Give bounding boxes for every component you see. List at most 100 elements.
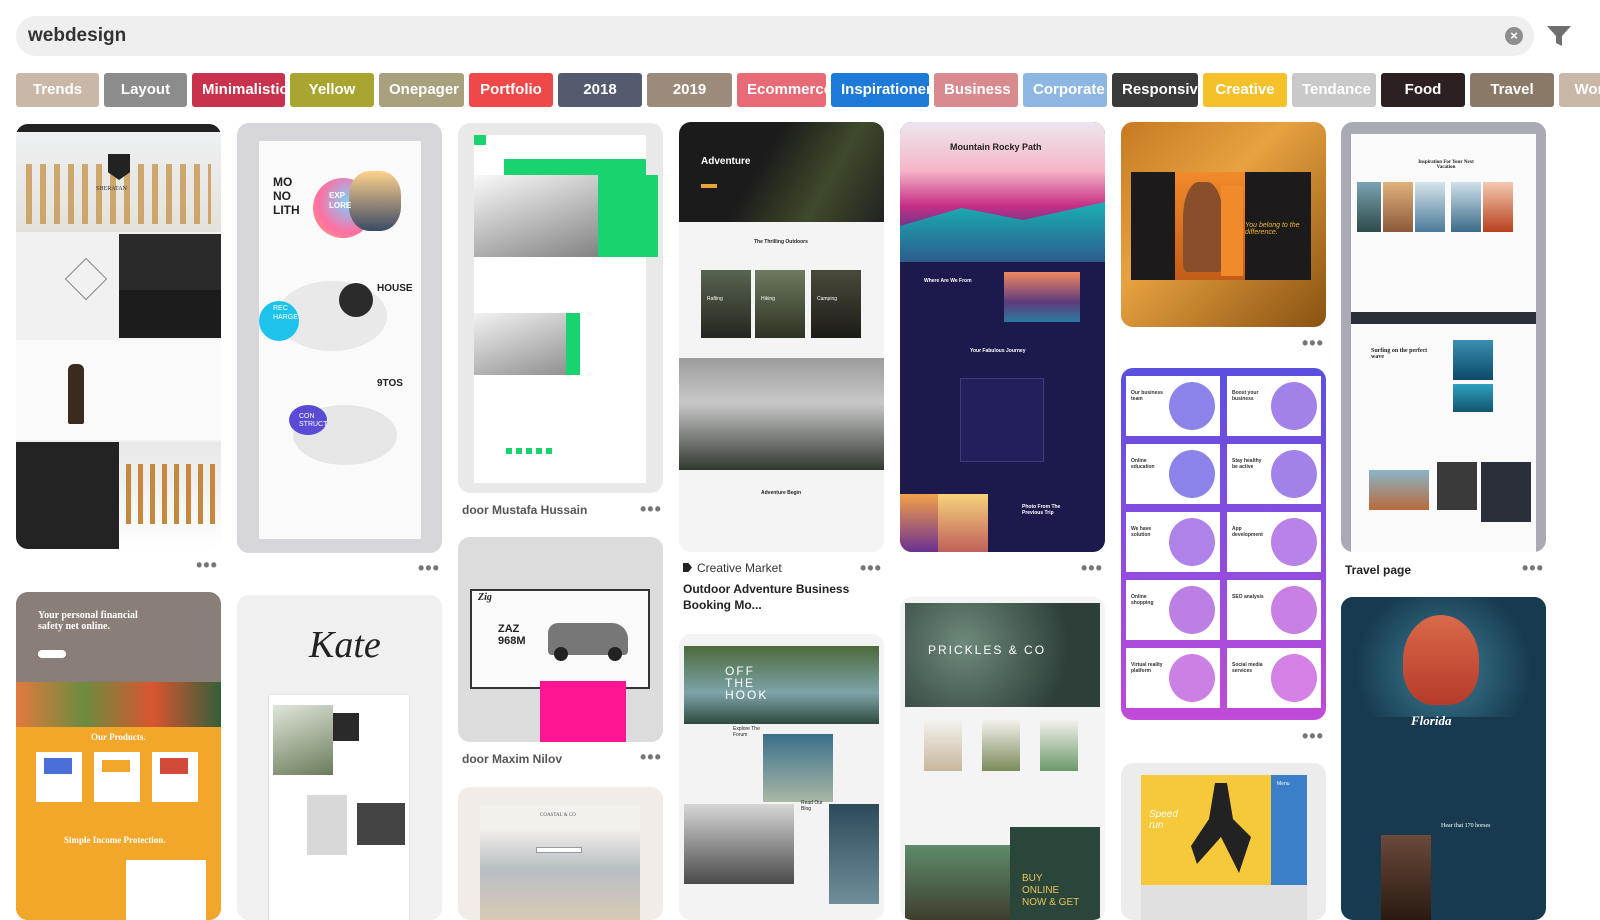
adventure-label-3: Camping xyxy=(817,296,838,302)
illus-card-8: SEO analysis xyxy=(1232,594,1264,600)
hook-title-3: HOOK xyxy=(725,688,769,702)
pin-caption-maxim: door Maxim Nilov xyxy=(462,752,563,766)
travel-surf: Surfing on the perfect wave xyxy=(1371,348,1428,360)
monolith-word-7: 9TOS xyxy=(377,378,403,389)
tag-inspirationen[interactable]: Inspirationen xyxy=(831,73,935,107)
more-icon[interactable]: ••• xyxy=(640,500,662,518)
pin-monolith[interactable]: MO NO LITH EXP LORE REC HARGE HOUSE 9TOS… xyxy=(237,123,442,553)
pin-travel[interactable]: Inspiration For Your Next Vacation Surfi… xyxy=(1341,122,1546,552)
more-icon[interactable]: ••• xyxy=(1302,334,1324,352)
illus-card-9: Virtual reality platform xyxy=(1131,662,1163,674)
tag-creative[interactable]: Creative xyxy=(1203,73,1287,107)
sheratan-brand: SHERATAN xyxy=(96,186,127,192)
monolith-word-10: CON xyxy=(299,413,315,420)
mountain-journey: Your Fabulous Journey xyxy=(970,348,1026,354)
illus-card-5: We have solution xyxy=(1131,526,1152,538)
pin-florida[interactable]: Florida Hear that 170 horses xyxy=(1341,597,1546,920)
more-icon[interactable]: ••• xyxy=(640,748,662,766)
illus-card-4: Stay healthy be active xyxy=(1232,458,1262,470)
tag-corporate[interactable]: Corporate xyxy=(1023,73,1107,107)
prickles-brand: PRICKLES & CO xyxy=(928,643,1047,657)
tag-bar: Trends Layout Minimalistic Yellow Onepager Po… xyxy=(16,73,1600,107)
tag-food[interactable]: Food xyxy=(1381,73,1465,107)
pin-illustrations[interactable]: Our business team Boost your business On… xyxy=(1121,368,1326,720)
more-icon[interactable]: ••• xyxy=(1522,559,1544,577)
pin-mountain[interactable]: Mountain Rocky Path Where Are We From Yo… xyxy=(900,122,1105,552)
hook-explore: Explore The Forum xyxy=(733,726,760,738)
zaz-brand: Zig xyxy=(478,592,492,603)
travel-heading: Inspiration For Your Next Vacation xyxy=(1418,160,1474,170)
illus-card-2: Boost your business xyxy=(1232,390,1259,402)
pin-source: Creative Market xyxy=(697,561,782,575)
monolith-word-3: LITH xyxy=(273,203,300,217)
speed-menu: Menu xyxy=(1277,781,1290,787)
tag-2019[interactable]: 2019 xyxy=(647,73,732,107)
tag-portfolio[interactable]: Portfolio xyxy=(469,73,553,107)
filter-icon[interactable] xyxy=(1546,24,1572,48)
pin-finance[interactable]: Your personal financial safety net onlin… xyxy=(16,592,221,920)
tag-more[interactable]: Wor xyxy=(1559,73,1600,107)
pin-zaz-car[interactable]: Zig ZAZ 968M xyxy=(458,537,663,742)
monolith-word-2: NO xyxy=(273,189,291,203)
adventure-label-2: Hiking xyxy=(761,296,775,302)
more-icon[interactable]: ••• xyxy=(1081,559,1103,577)
tag-tendance[interactable]: Tendance xyxy=(1292,73,1376,107)
pin-green-site[interactable] xyxy=(458,123,663,493)
tag-minimalistic[interactable]: Minimalistic xyxy=(192,73,288,107)
orange-tagline: You belong to the difference. xyxy=(1245,222,1300,236)
pin-speed-run[interactable]: Speed run Menu xyxy=(1121,763,1326,920)
mountain-title: Mountain Rocky Path xyxy=(950,142,1042,152)
more-icon[interactable]: ••• xyxy=(418,559,440,577)
monolith-word-6: HOUSE xyxy=(377,283,413,294)
search-input[interactable] xyxy=(28,16,1428,56)
pin-caption-mustafa: door Mustafa Hussain xyxy=(462,503,588,517)
monolith-word-9: HARGE xyxy=(273,314,298,321)
pin-coastal[interactable]: COASTAL & CO xyxy=(458,787,663,920)
tag-ecommerce[interactable]: Ecommerce xyxy=(737,73,832,107)
pin-title-adventure: Outdoor Adventure Business Booking Mo... xyxy=(683,582,850,612)
mountain-where: Where Are We From xyxy=(924,278,972,284)
pin-kate[interactable]: Kate xyxy=(237,595,442,920)
tag-travel[interactable]: Travel xyxy=(1470,73,1554,107)
tag-responsive[interactable]: Responsive xyxy=(1112,73,1206,107)
finance-products: Our Products. xyxy=(91,732,146,742)
pin-orange-portrait[interactable]: You belong to the difference. xyxy=(1121,122,1326,327)
kate-name: Kate xyxy=(309,624,381,666)
pin-adventure[interactable]: Adventure The Thrilling Outdoors Rafting… xyxy=(679,122,884,552)
tag-layout[interactable]: Layout xyxy=(104,73,187,107)
pin-sheratan[interactable]: SHERATAN xyxy=(16,124,221,549)
hook-read: Read Our Blog xyxy=(801,800,823,812)
tag-icon xyxy=(683,563,692,572)
more-icon[interactable]: ••• xyxy=(196,556,218,574)
clear-icon[interactable]: × xyxy=(1505,27,1523,45)
monolith-word-4: EXP xyxy=(329,191,346,200)
zaz-model-2: 968M xyxy=(498,635,526,647)
tag-2018[interactable]: 2018 xyxy=(558,73,642,107)
more-icon[interactable]: ••• xyxy=(1302,727,1324,745)
tag-yellow[interactable]: Yellow xyxy=(290,73,374,107)
adventure-section: The Thrilling Outdoors xyxy=(754,239,808,245)
illus-card-7: Online shopping xyxy=(1131,594,1154,606)
monolith-word-11: STRUCT xyxy=(299,421,328,428)
pin-caption-travel: Travel page xyxy=(1345,563,1412,577)
coastal-brand: COASTAL & CO xyxy=(540,813,576,818)
illus-card-6: App development xyxy=(1232,526,1263,538)
florida-title: Florida xyxy=(1411,713,1452,728)
finance-income: Simple Income Protection. xyxy=(64,835,166,845)
mountain-photo: Photo From The Previous Trip xyxy=(1022,504,1061,516)
tag-onepager[interactable]: Onepager xyxy=(379,73,464,107)
adventure-hero: Adventure xyxy=(701,156,751,167)
illus-card-10: Social media services xyxy=(1232,662,1263,674)
pin-off-the-hook[interactable]: OFF THE HOOK Explore The Forum Read Our … xyxy=(679,634,884,920)
tag-trends[interactable]: Trends xyxy=(16,73,99,107)
tag-business[interactable]: Business xyxy=(934,73,1018,107)
illus-card-3: Online education xyxy=(1131,458,1155,470)
pin-prickles[interactable]: PRICKLES & CO BUY ONLINE NOW & GET xyxy=(900,597,1105,920)
monolith-word-1: MO xyxy=(273,175,293,189)
search-bar xyxy=(16,16,1534,56)
zaz-model-1: ZAZ xyxy=(498,623,520,635)
florida-sub: Hear that 170 horses xyxy=(1441,823,1491,829)
monolith-word-5: LORE xyxy=(329,201,352,210)
more-icon[interactable]: ••• xyxy=(860,559,882,577)
prickles-buy: BUY ONLINE NOW & GET xyxy=(1022,873,1080,908)
